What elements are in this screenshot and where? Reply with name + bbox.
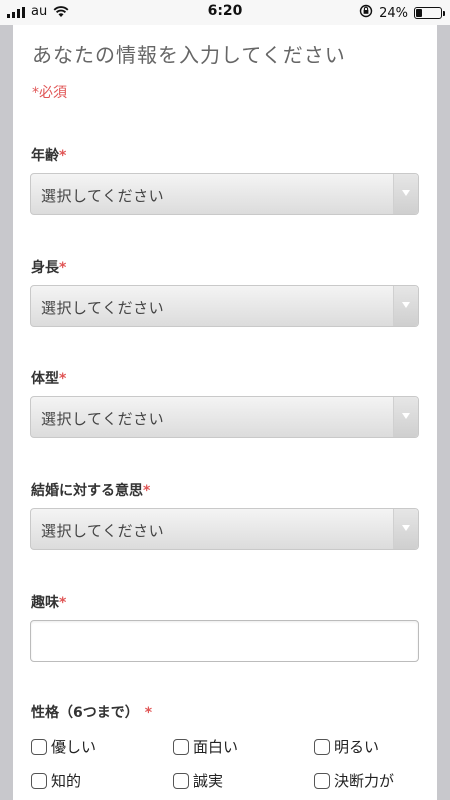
field-label-hobby: 趣味* [31, 592, 66, 612]
required-mark: * [144, 705, 153, 721]
select-placeholder: 選択してください [41, 410, 165, 428]
checkbox-label: 知的 [51, 772, 82, 790]
checkbox-icon[interactable] [314, 772, 330, 789]
age-select[interactable]: 選択してください [30, 173, 419, 215]
orientation-lock-icon [359, 4, 373, 22]
checkbox-option[interactable]: 知的 [31, 770, 81, 791]
checkbox-label: 優しい [51, 738, 97, 756]
field-label-text: 身長 [31, 260, 59, 276]
field-label-personality: 性格（6つまで） * [31, 702, 152, 722]
checkbox-option[interactable]: 明るい [314, 736, 379, 757]
checkbox-icon[interactable] [173, 772, 189, 789]
form-card: あなたの情報を入力してください *必須 年齢* 選択してください 身長* 選択し… [13, 25, 437, 800]
checkbox-icon[interactable] [31, 738, 47, 755]
checkbox-icon[interactable] [314, 738, 330, 755]
height-select[interactable]: 選択してください [30, 285, 419, 327]
checkbox-option[interactable]: 誠実 [173, 770, 223, 791]
checkbox-icon[interactable] [31, 772, 47, 789]
required-mark: * [59, 148, 67, 164]
field-label-text: 年齢 [31, 148, 59, 164]
field-label-text: 性格（6つまで） [31, 705, 139, 721]
required-mark: * [59, 260, 67, 276]
required-mark: * [59, 371, 67, 387]
field-label-marriage-intent: 結婚に対する意思* [31, 480, 150, 500]
dropdown-arrow-icon [393, 174, 418, 214]
status-right: 24% [359, 4, 445, 22]
select-placeholder: 選択してください [41, 299, 165, 317]
field-label-text: 趣味 [31, 595, 59, 611]
field-label-height: 身長* [31, 257, 66, 277]
dropdown-arrow-icon [393, 397, 418, 437]
field-label-body-type: 体型* [31, 368, 66, 388]
checkbox-icon[interactable] [173, 738, 189, 755]
checkbox-label: 面白い [193, 738, 239, 756]
dropdown-arrow-icon [393, 286, 418, 326]
form-title: あなたの情報を入力してください [32, 43, 346, 67]
battery-fill [416, 9, 422, 17]
select-placeholder: 選択してください [41, 522, 165, 540]
checkbox-label: 明るい [334, 738, 380, 756]
field-label-text: 結婚に対する意思 [31, 483, 143, 499]
hobby-input[interactable] [30, 620, 419, 662]
select-placeholder: 選択してください [41, 187, 165, 205]
battery-percent: 24% [379, 5, 408, 21]
checkbox-option[interactable]: 面白い [173, 736, 238, 757]
field-label-age: 年齢* [31, 145, 66, 165]
required-mark: * [59, 595, 67, 611]
required-note: *必須 [32, 85, 67, 101]
dropdown-arrow-icon [393, 509, 418, 549]
checkbox-label: 誠実 [193, 772, 224, 790]
battery-icon [414, 7, 445, 19]
marriage-intent-select[interactable]: 選択してください [30, 508, 419, 550]
status-bar: au 6:20 24% [0, 0, 450, 25]
checkbox-label: 決断力が [334, 772, 395, 790]
field-label-text: 体型 [31, 371, 59, 387]
body-type-select[interactable]: 選択してください [30, 396, 419, 438]
checkbox-option[interactable]: 優しい [31, 736, 96, 757]
checkbox-option[interactable]: 決断力が [314, 770, 394, 791]
required-mark: * [143, 483, 151, 499]
